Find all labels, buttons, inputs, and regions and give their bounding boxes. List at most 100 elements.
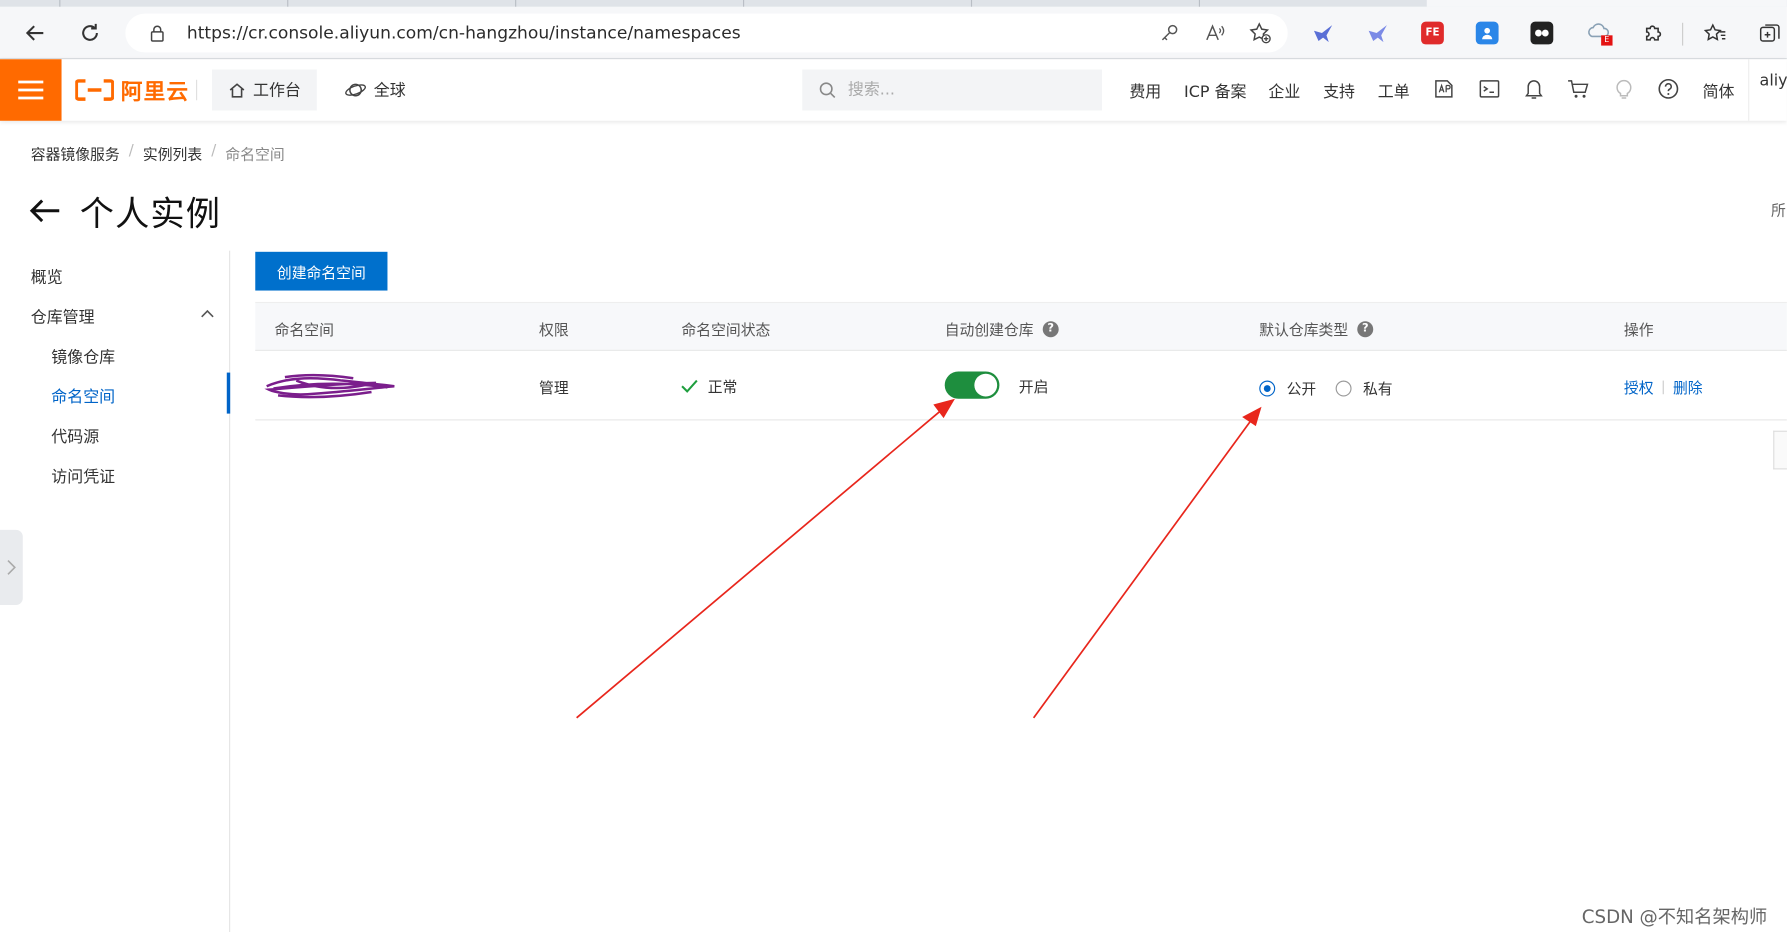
search-input[interactable] bbox=[847, 80, 1076, 100]
reload-button[interactable] bbox=[75, 18, 105, 48]
back-button[interactable] bbox=[21, 18, 51, 48]
extension-person-icon[interactable] bbox=[1475, 21, 1500, 46]
tab-separator bbox=[59, 0, 61, 7]
address-bar[interactable]: https://cr.console.aliyun.com/cn-hangzho… bbox=[125, 13, 1288, 53]
auto-create-toggle[interactable] bbox=[944, 371, 1000, 399]
tab-separator bbox=[1198, 0, 1200, 7]
extension-eyes-icon[interactable] bbox=[1529, 21, 1554, 46]
extensions-puzzle-icon[interactable] bbox=[1641, 21, 1666, 46]
create-namespace-button[interactable]: 创建命名空间 bbox=[255, 251, 388, 291]
collections-icon[interactable] bbox=[1757, 21, 1782, 46]
tab-separator bbox=[287, 0, 289, 7]
authorize-link[interactable]: 授权 bbox=[1624, 376, 1654, 398]
console-header: 阿里云 工作台 全球 费用 ICP 备案 企业 支持 工单 bbox=[0, 59, 1787, 121]
header-divider bbox=[196, 79, 198, 101]
sidebar-item-image-repos[interactable]: 镜像仓库 bbox=[51, 345, 115, 368]
hamburger-icon bbox=[18, 80, 44, 100]
table-row: 管理 正常 开启 公开 私有 授权 删除 bbox=[255, 351, 1787, 421]
chevron-up-icon[interactable] bbox=[201, 309, 215, 320]
arrow-left-icon bbox=[25, 25, 44, 41]
cart-icon[interactable] bbox=[1566, 76, 1591, 101]
breadcrumb-separator: / bbox=[128, 142, 134, 160]
key-icon[interactable] bbox=[1158, 22, 1181, 45]
active-tab[interactable] bbox=[1426, 0, 1787, 7]
cell-status: 正常 bbox=[680, 375, 737, 397]
aliyun-logo[interactable]: 阿里云 bbox=[75, 75, 189, 105]
header-link-enterprise[interactable]: 企业 bbox=[1268, 80, 1300, 103]
terminal-icon[interactable] bbox=[1477, 76, 1502, 101]
api-icon[interactable] bbox=[1431, 76, 1456, 101]
sidebar: 概览 仓库管理 镜像仓库 命名空间 代码源 访问凭证 bbox=[0, 250, 231, 932]
column-header-permission: 权限 bbox=[539, 322, 569, 340]
lightbulb-icon[interactable] bbox=[1611, 76, 1636, 101]
global-search[interactable] bbox=[802, 69, 1102, 111]
cell-auto-create: 开启 bbox=[944, 371, 1048, 399]
repo-type-private-label[interactable]: 私有 bbox=[1363, 377, 1393, 399]
cell-permission: 管理 bbox=[539, 380, 569, 398]
tab-separator bbox=[970, 0, 973, 7]
tab-separator bbox=[515, 0, 517, 7]
right-edge-text: 所 bbox=[1770, 202, 1786, 220]
sidebar-group-repo-management[interactable]: 仓库管理 bbox=[31, 305, 95, 328]
menu-button[interactable] bbox=[0, 59, 62, 121]
watermark: CSDN @不知名架构师 bbox=[1581, 905, 1768, 928]
chevron-right-icon bbox=[7, 560, 16, 575]
breadcrumb-item-instances[interactable]: 实例列表 bbox=[143, 142, 202, 164]
column-header-actions: 操作 bbox=[1623, 322, 1654, 340]
header-divider bbox=[1748, 59, 1750, 121]
sidebar-item-overview[interactable]: 概览 bbox=[31, 265, 63, 288]
extension-fe-icon[interactable]: FE bbox=[1420, 21, 1445, 46]
column-header-auto-create: 自动创建仓库 ? bbox=[945, 318, 1059, 340]
repo-type-public-label[interactable]: 公开 bbox=[1287, 377, 1317, 399]
lock-icon[interactable] bbox=[146, 22, 169, 45]
bell-icon[interactable] bbox=[1521, 76, 1546, 101]
home-icon bbox=[229, 83, 245, 98]
sidebar-toggle[interactable] bbox=[0, 529, 23, 606]
favorites-icon[interactable] bbox=[1703, 21, 1728, 46]
language-switch[interactable]: 简体 bbox=[1703, 80, 1735, 103]
globe-orbit-icon bbox=[345, 83, 366, 97]
extension-badge: E bbox=[1601, 35, 1613, 46]
search-icon bbox=[819, 82, 836, 98]
sidebar-item-code-sources[interactable]: 代码源 bbox=[51, 425, 99, 448]
floating-panel-edge[interactable] bbox=[1773, 430, 1787, 470]
action-separator bbox=[1662, 379, 1664, 394]
url-text[interactable]: https://cr.console.aliyun.com/cn-hangzho… bbox=[187, 23, 741, 44]
header-link-support[interactable]: 支持 bbox=[1323, 80, 1355, 103]
reload-icon bbox=[82, 23, 98, 41]
repo-type-private-radio[interactable] bbox=[1335, 379, 1352, 396]
header-link-tickets[interactable]: 工单 bbox=[1378, 80, 1410, 103]
sidebar-item-access-credentials[interactable]: 访问凭证 bbox=[51, 465, 115, 488]
column-header-status: 命名空间状态 bbox=[681, 322, 771, 340]
help-icon[interactable]: ? bbox=[1357, 320, 1374, 337]
header-link-billing[interactable]: 费用 bbox=[1129, 80, 1161, 103]
tab-separator bbox=[743, 0, 745, 7]
sidebar-item-namespaces[interactable]: 命名空间 bbox=[51, 385, 115, 408]
extension-bird-icon[interactable] bbox=[1365, 21, 1390, 46]
annotation-arrow-repo-type bbox=[1032, 421, 1251, 719]
workbench-button[interactable]: 工作台 bbox=[211, 69, 317, 111]
help-icon[interactable]: ? bbox=[1042, 320, 1059, 337]
breadcrumb-separator: / bbox=[211, 142, 217, 160]
read-aloud-icon[interactable] bbox=[1203, 22, 1226, 45]
back-arrow-icon[interactable] bbox=[27, 197, 61, 224]
extension-cloud-icon[interactable]: E bbox=[1586, 21, 1613, 46]
browser-toolbar: https://cr.console.aliyun.com/cn-hangzho… bbox=[0, 6, 1787, 60]
help-icon[interactable] bbox=[1656, 76, 1681, 101]
page-title: 个人实例 bbox=[79, 194, 222, 235]
extension-bird-icon[interactable] bbox=[1311, 21, 1336, 46]
repo-type-public-radio[interactable] bbox=[1259, 379, 1276, 396]
aliyun-logo-icon bbox=[75, 79, 114, 101]
annotation-arrow-toggle bbox=[576, 409, 942, 719]
region-selector[interactable]: 全球 bbox=[344, 70, 406, 111]
table-header: 命名空间 权限 命名空间状态 自动创建仓库 ? 默认仓库类型 ? 操作 bbox=[255, 301, 1787, 351]
user-account[interactable]: aliyu bbox=[1760, 72, 1787, 90]
header-link-icp[interactable]: ICP 备案 bbox=[1184, 80, 1246, 103]
breadcrumb-item-acr[interactable]: 容器镜像服务 bbox=[31, 142, 120, 164]
column-header-repo-type: 默认仓库类型 ? bbox=[1259, 318, 1374, 340]
cell-repo-type: 公开 私有 bbox=[1259, 377, 1393, 399]
namespace-table: 命名空间 权限 命名空间状态 自动创建仓库 ? 默认仓库类型 ? 操作 管理 正… bbox=[255, 301, 1787, 421]
delete-link[interactable]: 删除 bbox=[1673, 376, 1703, 398]
breadcrumb: 容器镜像服务 / 实例列表 / 命名空间 bbox=[31, 142, 285, 164]
add-favorite-icon[interactable] bbox=[1249, 22, 1272, 45]
